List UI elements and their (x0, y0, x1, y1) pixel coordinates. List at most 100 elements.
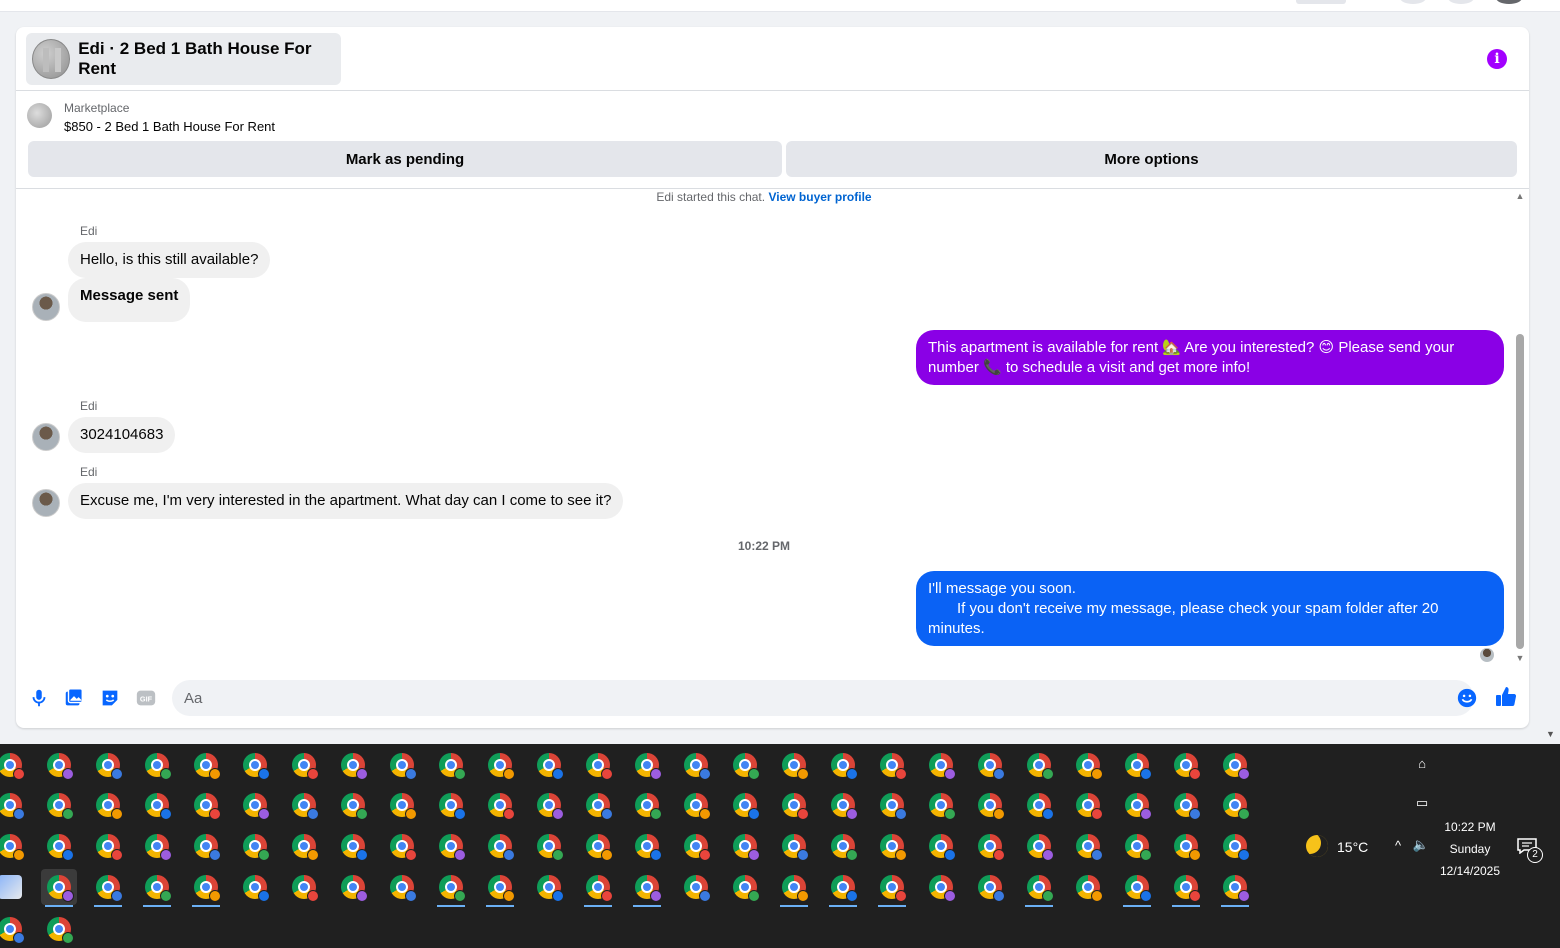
chrome-profile-taskbar-button[interactable] (776, 828, 812, 864)
chrome-profile-taskbar-button[interactable] (139, 869, 175, 907)
thread-scrollbar[interactable]: ▲ ▼ (1513, 189, 1527, 667)
chrome-profile-taskbar-button[interactable] (1217, 869, 1253, 907)
chrome-profile-taskbar-button[interactable] (237, 869, 273, 905)
chrome-profile-taskbar-button[interactable] (90, 747, 126, 783)
chrome-profile-taskbar-button[interactable] (629, 828, 665, 864)
chrome-profile-taskbar-button[interactable] (580, 828, 616, 864)
chrome-profile-taskbar-button[interactable] (482, 869, 518, 907)
chrome-profile-taskbar-button[interactable] (1168, 828, 1204, 864)
chrome-profile-taskbar-button[interactable] (1217, 747, 1253, 783)
chrome-profile-taskbar-button[interactable] (776, 869, 812, 907)
chrome-profile-taskbar-button[interactable] (433, 747, 469, 783)
chrome-profile-taskbar-button[interactable] (972, 747, 1008, 783)
chrome-profile-taskbar-button[interactable] (629, 747, 665, 783)
page-scroll-down-arrow[interactable]: ▼ (1546, 729, 1555, 739)
scrollbar-thumb[interactable] (1516, 334, 1524, 649)
chrome-profile-taskbar-button[interactable] (335, 869, 371, 905)
chrome-profile-taskbar-button[interactable] (923, 869, 959, 905)
chrome-profile-taskbar-button[interactable] (874, 747, 910, 783)
chevron-up-icon[interactable]: ^ (1389, 837, 1407, 855)
chrome-profile-taskbar-button[interactable] (90, 787, 126, 823)
top-strip-icon[interactable] (1400, 0, 1426, 4)
chrome-profile-taskbar-button[interactable] (286, 747, 322, 783)
scroll-up-arrow[interactable]: ▲ (1515, 191, 1525, 201)
photo-icon[interactable] (63, 687, 85, 709)
chrome-profile-taskbar-button[interactable] (286, 787, 322, 823)
chat-title-chip[interactable]: Edi · 2 Bed 1 Bath House For Rent (26, 33, 341, 85)
chrome-profile-taskbar-button[interactable] (727, 787, 763, 823)
chrome-profile-taskbar-button[interactable] (188, 747, 224, 783)
chrome-profile-taskbar-button[interactable] (41, 747, 77, 783)
chrome-profile-taskbar-button[interactable] (629, 787, 665, 823)
chrome-profile-taskbar-button[interactable] (335, 828, 371, 864)
chrome-profile-taskbar-button[interactable] (1021, 828, 1057, 864)
chrome-profile-taskbar-button[interactable] (237, 747, 273, 783)
system-clock[interactable]: 10:22 PM Sunday 12/14/2025 (1430, 816, 1510, 882)
sender-avatar[interactable] (32, 489, 60, 517)
chrome-profile-taskbar-button[interactable] (188, 787, 224, 823)
weather-temperature[interactable]: 15°C (1337, 839, 1368, 855)
chrome-profile-taskbar-button[interactable] (923, 787, 959, 823)
chrome-profile-taskbar-button[interactable] (1168, 787, 1204, 823)
chrome-profile-taskbar-button[interactable] (825, 747, 861, 783)
listing-title[interactable]: $850 - 2 Bed 1 Bath House For Rent (64, 119, 275, 134)
incoming-message[interactable]: Excuse me, I'm very interested in the ap… (68, 483, 624, 519)
chrome-profile-taskbar-button[interactable] (1119, 869, 1155, 907)
chrome-profile-taskbar-button[interactable] (923, 747, 959, 783)
chrome-profile-taskbar-button[interactable] (531, 869, 567, 905)
chrome-profile-taskbar-button[interactable] (874, 787, 910, 823)
chrome-profile-taskbar-button[interactable] (1021, 787, 1057, 823)
chrome-profile-taskbar-button[interactable] (874, 869, 910, 907)
mark-pending-button[interactable]: Mark as pending (28, 141, 782, 177)
chrome-profile-taskbar-button[interactable] (678, 869, 714, 905)
chrome-profile-taskbar-button[interactable] (1070, 828, 1106, 864)
chrome-profile-taskbar-button[interactable] (0, 747, 28, 783)
chrome-profile-taskbar-button[interactable] (972, 828, 1008, 864)
chrome-profile-taskbar-button[interactable] (433, 869, 469, 907)
more-options-button[interactable]: More options (786, 141, 1517, 177)
sticker-icon[interactable] (99, 687, 121, 709)
chrome-profile-taskbar-button[interactable] (384, 747, 420, 783)
chrome-profile-taskbar-button[interactable] (188, 828, 224, 864)
top-strip-icon[interactable] (1448, 0, 1474, 4)
chrome-profile-taskbar-button[interactable] (0, 911, 28, 947)
chrome-profile-taskbar-button[interactable] (1070, 747, 1106, 783)
chrome-profile-taskbar-button[interactable] (776, 787, 812, 823)
chrome-profile-taskbar-button[interactable] (41, 828, 77, 864)
chrome-profile-taskbar-button[interactable] (531, 828, 567, 864)
chrome-profile-taskbar-button[interactable] (1119, 828, 1155, 864)
chrome-profile-taskbar-button[interactable] (727, 869, 763, 905)
meet-now-icon[interactable]: ⌂ (1413, 755, 1431, 773)
chrome-profile-taskbar-button[interactable] (1168, 869, 1204, 907)
view-buyer-profile-link[interactable]: View buyer profile (768, 190, 871, 204)
chrome-profile-taskbar-button[interactable] (678, 787, 714, 823)
chrome-profile-taskbar-button[interactable] (0, 828, 28, 864)
chrome-profile-taskbar-button[interactable] (237, 787, 273, 823)
chrome-profile-taskbar-button[interactable] (384, 787, 420, 823)
chrome-profile-taskbar-button[interactable] (237, 828, 273, 864)
chrome-profile-taskbar-button[interactable] (41, 869, 77, 907)
message-input[interactable] (172, 680, 1474, 716)
chrome-profile-taskbar-button[interactable] (531, 747, 567, 783)
listing-thumbnail[interactable] (27, 103, 52, 128)
chrome-profile-taskbar-button[interactable] (874, 828, 910, 864)
chrome-profile-taskbar-button[interactable] (335, 787, 371, 823)
chrome-profile-taskbar-button[interactable] (433, 828, 469, 864)
outgoing-message[interactable]: This apartment is available for rent 🏡 A… (916, 330, 1504, 385)
chrome-profile-taskbar-button[interactable] (1119, 787, 1155, 823)
chrome-profile-taskbar-button[interactable] (335, 747, 371, 783)
chrome-profile-taskbar-button[interactable] (139, 747, 175, 783)
chrome-profile-taskbar-button[interactable] (384, 869, 420, 905)
chrome-profile-taskbar-button[interactable] (825, 828, 861, 864)
chrome-profile-taskbar-button[interactable] (1217, 787, 1253, 823)
incoming-message[interactable]: Message sent (68, 278, 191, 322)
chrome-profile-taskbar-button[interactable] (139, 787, 175, 823)
chrome-profile-taskbar-button[interactable] (825, 787, 861, 823)
sender-avatar[interactable] (32, 423, 60, 451)
chrome-profile-taskbar-button[interactable] (678, 747, 714, 783)
moon-weather-icon[interactable] (1306, 835, 1328, 857)
outgoing-message[interactable]: I'll message you soon. If you don't rece… (916, 571, 1504, 646)
incoming-message[interactable]: Hello, is this still available? (68, 242, 271, 278)
info-icon[interactable]: i (1487, 49, 1507, 69)
chrome-profile-taskbar-button[interactable] (678, 828, 714, 864)
